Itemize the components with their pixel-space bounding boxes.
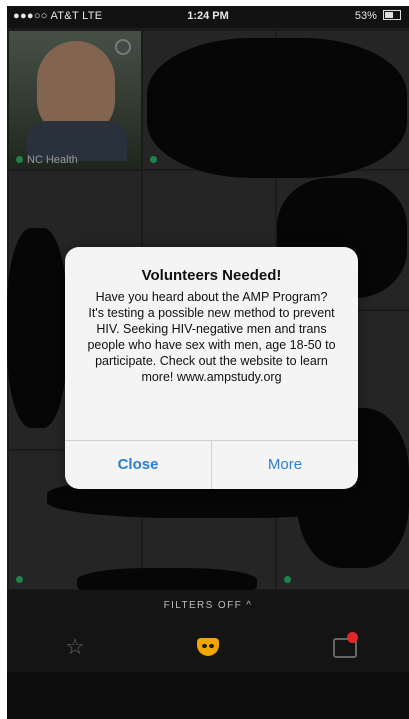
battery-status: 53%: [355, 10, 401, 22]
battery-icon: [383, 10, 401, 20]
alert-buttons: Close More: [65, 440, 358, 489]
clock: 1:24 PM: [187, 10, 229, 22]
star-icon: ☆: [65, 634, 85, 659]
alert-title: Volunteers Needed!: [141, 267, 282, 284]
battery-percent: 53%: [354, 10, 377, 22]
tab-bar: ☆: [7, 622, 409, 672]
filters-toggle[interactable]: FILTERS OFF ^: [7, 590, 409, 622]
status-bar: ●●●○○ AT&T LTE 1:24 PM 53%: [7, 6, 409, 28]
more-button[interactable]: More: [212, 441, 358, 489]
tab-messages[interactable]: [325, 632, 365, 662]
phone-screen: ●●●○○ AT&T LTE 1:24 PM 53% NC Health Vol…: [7, 6, 409, 719]
notification-badge: [347, 632, 358, 643]
tab-favorites[interactable]: ☆: [55, 632, 95, 662]
mask-icon: [197, 638, 219, 656]
alert-message: Have you heard about the AMP Program? It…: [87, 290, 336, 384]
bottom-area: [7, 672, 409, 719]
alert-dialog: Volunteers Needed! Have you heard about …: [65, 247, 358, 489]
close-button[interactable]: Close: [65, 441, 212, 489]
tab-browse[interactable]: [187, 632, 227, 662]
